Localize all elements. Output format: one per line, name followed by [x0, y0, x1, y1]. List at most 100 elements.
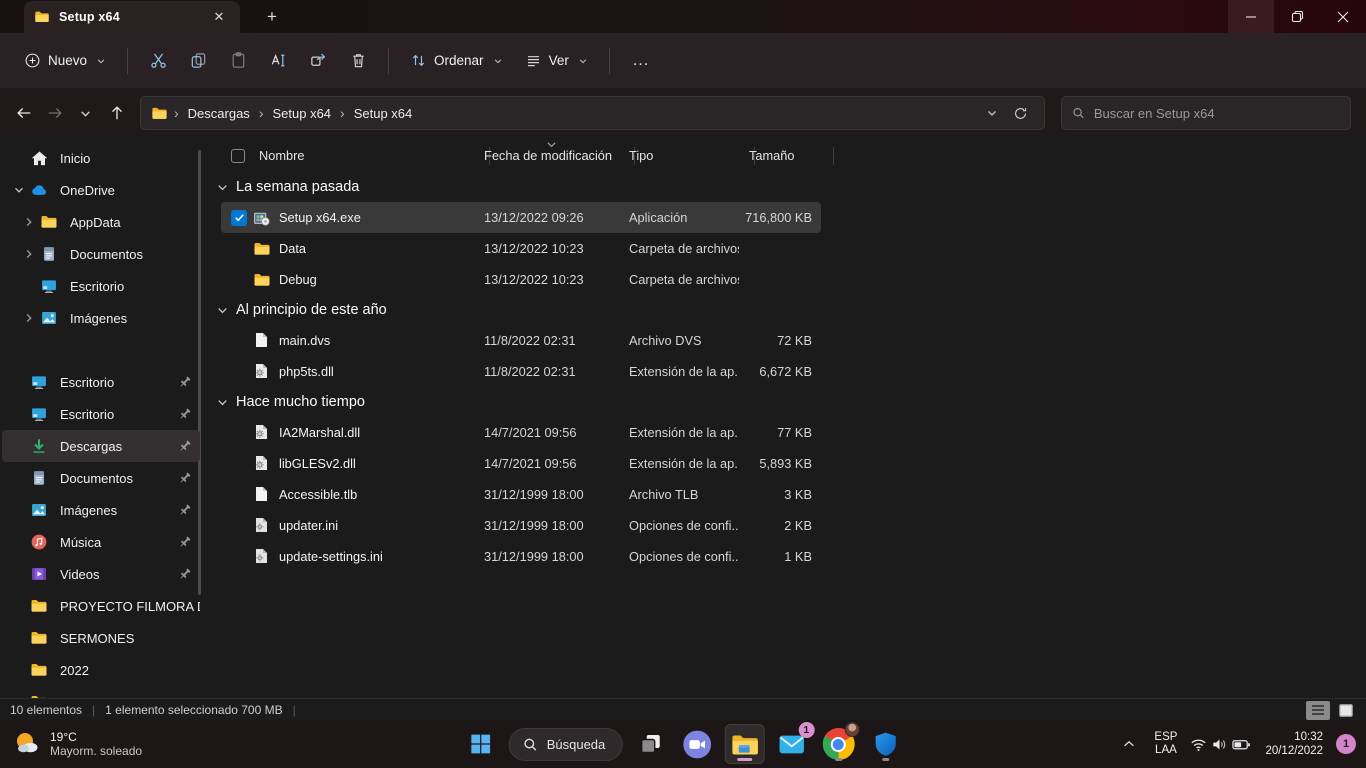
- column-header-name[interactable]: Nombre: [221, 140, 474, 171]
- back-button[interactable]: [8, 98, 39, 129]
- windows-security-button[interactable]: [866, 725, 904, 763]
- chevron-right-icon[interactable]: [18, 312, 40, 324]
- file-row[interactable]: updater.ini31/12/1999 18:00Opciones de c…: [221, 510, 821, 541]
- system-tray[interactable]: [1189, 735, 1252, 754]
- details-view-button[interactable]: [1306, 701, 1330, 720]
- pictures-icon: [40, 309, 59, 328]
- view-button[interactable]: Ver: [515, 44, 598, 77]
- tab-title: Setup x64: [59, 10, 208, 24]
- close-button[interactable]: [1320, 0, 1366, 33]
- sidebar-item-appdata[interactable]: AppData: [2, 206, 200, 238]
- sidebar-item-documentos[interactable]: Documentos: [2, 462, 200, 494]
- search-input[interactable]: [1094, 106, 1340, 121]
- chevron-right-icon[interactable]: [18, 216, 40, 228]
- sidebar-item-folder[interactable]: [2, 686, 200, 698]
- tray-overflow-button[interactable]: [1116, 725, 1142, 763]
- file-row[interactable]: php5ts.dll11/8/2022 02:31Extensión de la…: [221, 356, 821, 387]
- column-header-size[interactable]: Tamaño: [739, 140, 818, 171]
- chevron-down-icon[interactable]: [216, 181, 229, 194]
- address-dropdown-icon[interactable]: [978, 99, 1006, 127]
- new-button[interactable]: Nuevo: [14, 44, 116, 77]
- file-row[interactable]: Accessible.tlb31/12/1999 18:00Archivo TL…: [221, 479, 821, 510]
- weather-widget[interactable]: 19°C Mayorm. soleado: [12, 729, 142, 759]
- sidebar-item-sermones[interactable]: SERMONES: [2, 622, 200, 654]
- sidebar-item-proyecto-filmora-disc[interactable]: PROYECTO FILMORA DISC: [2, 590, 200, 622]
- pin-icon: [177, 439, 192, 454]
- file-size: 2 KB: [739, 518, 818, 533]
- sidebar-item-escritorio[interactable]: Escritorio: [2, 398, 200, 430]
- minimize-button[interactable]: [1228, 0, 1274, 33]
- document-icon: [40, 245, 59, 264]
- cut-button[interactable]: [139, 43, 177, 79]
- group-header[interactable]: Hace mucho tiempo: [208, 387, 1366, 417]
- delete-button[interactable]: [339, 43, 377, 79]
- chevron-down-icon[interactable]: [216, 396, 229, 409]
- file-type: Archivo TLB: [619, 487, 739, 502]
- search-box[interactable]: [1061, 96, 1351, 130]
- sidebar-item-escritorio[interactable]: Escritorio: [2, 270, 200, 302]
- new-tab-button[interactable]: +: [258, 4, 286, 30]
- forward-button[interactable]: [39, 98, 70, 129]
- large-icons-view-button[interactable]: [1334, 701, 1358, 720]
- more-options-button[interactable]: ...: [621, 46, 661, 76]
- column-header-date[interactable]: Fecha de modificación: [474, 140, 619, 171]
- breadcrumb-item[interactable]: Descargas: [181, 102, 257, 125]
- chevron-down-icon[interactable]: [216, 304, 229, 317]
- zoom-app-button[interactable]: [678, 725, 716, 763]
- row-checkbox: [231, 364, 247, 380]
- column-header-type[interactable]: Tipo: [619, 140, 739, 171]
- sort-button[interactable]: Ordenar: [400, 44, 513, 77]
- file-row[interactable]: IA2Marshal.dll14/7/2021 09:56Extensión d…: [221, 417, 821, 448]
- explorer-tab[interactable]: Setup x64 ✕: [24, 1, 240, 33]
- up-button[interactable]: [101, 98, 132, 129]
- file-row[interactable]: update-settings.ini31/12/1999 18:00Opcio…: [221, 541, 821, 572]
- start-button[interactable]: [462, 725, 500, 763]
- file-row[interactable]: libGLESv2.dll14/7/2021 09:56Extensión de…: [221, 448, 821, 479]
- sidebar-item-documentos[interactable]: Documentos: [2, 238, 200, 270]
- sidebar-item-onedrive[interactable]: OneDrive: [2, 174, 200, 206]
- chrome-button[interactable]: [819, 725, 857, 763]
- tab-close-button[interactable]: ✕: [208, 6, 230, 28]
- location-folder-icon: [151, 105, 168, 122]
- chevron-down-icon[interactable]: [8, 184, 30, 196]
- notification-badge[interactable]: 1: [1336, 734, 1356, 754]
- clock[interactable]: 10:32 20/12/2022: [1265, 730, 1323, 758]
- refresh-button[interactable]: [1006, 99, 1034, 127]
- file-row[interactable]: main.dvs11/8/2022 02:31Archivo DVS72 KB: [221, 325, 821, 356]
- mail-badge: 1: [798, 722, 814, 738]
- file-row[interactable]: Data13/12/2022 10:23Carpeta de archivos: [221, 233, 821, 264]
- file-explorer-button[interactable]: [725, 725, 763, 763]
- chevron-right-icon[interactable]: [18, 248, 40, 260]
- breadcrumb-item[interactable]: Setup x64: [265, 102, 338, 125]
- group-header[interactable]: La semana pasada: [208, 172, 1366, 202]
- desktop-icon: [40, 277, 59, 296]
- file-row[interactable]: Setup x64.exe13/12/2022 09:26Aplicación7…: [221, 202, 821, 233]
- sidebar-item-inicio[interactable]: Inicio: [2, 142, 200, 174]
- group-header[interactable]: Al principio de este año: [208, 295, 1366, 325]
- sidebar-item-im-genes[interactable]: Imágenes: [2, 494, 200, 526]
- sidebar-item-im-genes[interactable]: Imágenes: [2, 302, 200, 334]
- address-bar[interactable]: ›Descargas›Setup x64›Setup x64: [140, 96, 1045, 130]
- sidebar-item-2022[interactable]: 2022: [2, 654, 200, 686]
- file-size: 6,672 KB: [739, 364, 818, 379]
- sidebar-item-videos[interactable]: Videos: [2, 558, 200, 590]
- taskbar-search[interactable]: Búsqueda: [509, 728, 623, 761]
- rename-button[interactable]: [259, 43, 297, 79]
- task-view-button[interactable]: [631, 725, 669, 763]
- sidebar-item-escritorio[interactable]: Escritorio: [2, 366, 200, 398]
- sidebar-item-descargas[interactable]: Descargas: [2, 430, 200, 462]
- file-row[interactable]: Debug13/12/2022 10:23Carpeta de archivos: [221, 264, 821, 295]
- language-indicator[interactable]: ESP LAA: [1154, 731, 1177, 757]
- share-button[interactable]: [299, 43, 337, 79]
- restore-button[interactable]: [1274, 0, 1320, 33]
- recent-locations-button[interactable]: [70, 98, 101, 129]
- row-checkbox[interactable]: [231, 210, 247, 226]
- select-all-checkbox[interactable]: [231, 149, 245, 163]
- paste-button[interactable]: [219, 43, 257, 79]
- copy-button[interactable]: [179, 43, 217, 79]
- mail-app-button[interactable]: 1: [772, 725, 810, 763]
- file-icon: [253, 486, 270, 503]
- row-checkbox: [231, 241, 247, 257]
- breadcrumb-item[interactable]: Setup x64: [347, 102, 420, 125]
- sidebar-item-m-sica[interactable]: Música: [2, 526, 200, 558]
